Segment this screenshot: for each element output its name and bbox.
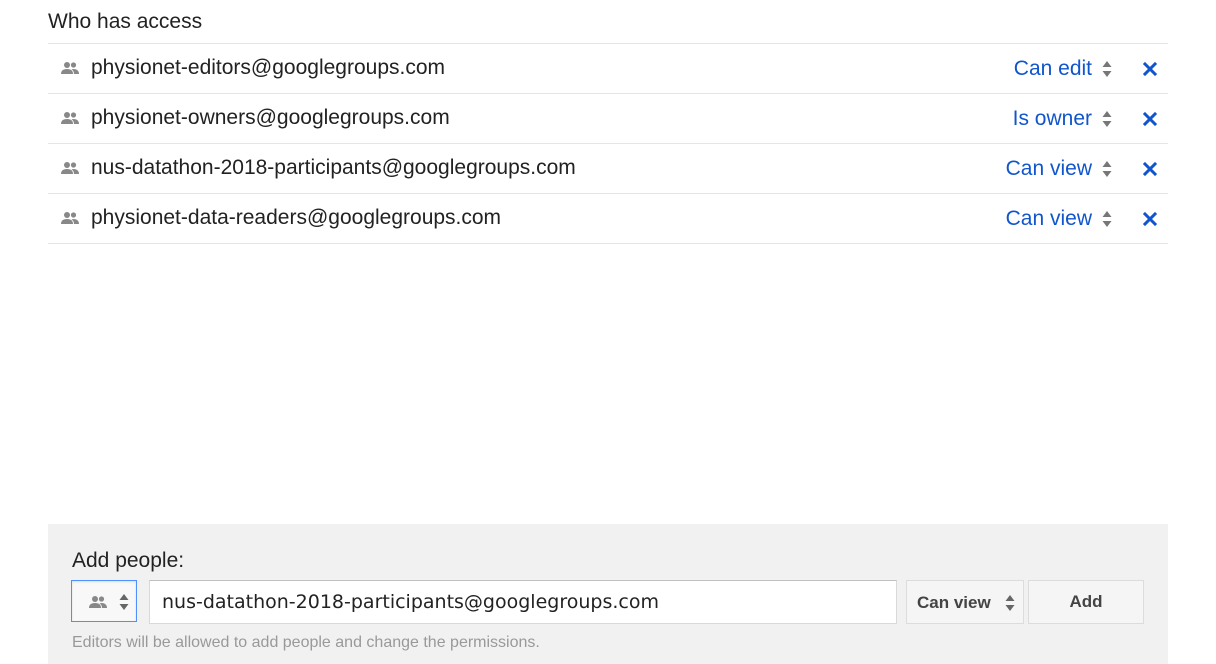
access-email: physionet-owners@googlegroups.com — [91, 106, 450, 129]
access-row: nus-datathon-2018-participants@googlegro… — [48, 144, 1168, 194]
permission-label: Can edit — [1013, 57, 1092, 80]
up-down-arrows-icon — [119, 594, 129, 610]
permission-dropdown[interactable]: Can view — [1006, 157, 1112, 181]
access-row: physionet-data-readers@googlegroups.com … — [48, 194, 1168, 244]
close-icon[interactable] — [1142, 161, 1158, 177]
add-people-label: Add people: — [72, 549, 185, 572]
add-permission-label: Can view — [917, 593, 991, 612]
group-icon — [61, 62, 79, 74]
permission-label: Can view — [1005, 157, 1092, 180]
group-icon — [89, 596, 107, 608]
group-icon — [61, 212, 79, 224]
up-down-arrows-icon — [1005, 595, 1015, 611]
principal-type-select[interactable] — [71, 580, 137, 622]
add-people-panel: Add people: Can view Add Editors will be… — [48, 524, 1168, 664]
access-row: physionet-owners@googlegroups.com Is own… — [48, 94, 1168, 144]
add-permission-select[interactable]: Can view — [906, 580, 1024, 624]
add-button[interactable]: Add — [1028, 580, 1144, 624]
access-email: physionet-editors@googlegroups.com — [91, 56, 446, 79]
access-row: physionet-editors@googlegroups.com Can e… — [48, 44, 1168, 94]
close-icon[interactable] — [1142, 61, 1158, 77]
permission-label: Can view — [1005, 207, 1092, 230]
access-list: physionet-editors@googlegroups.com Can e… — [48, 43, 1168, 244]
close-icon[interactable] — [1142, 211, 1158, 227]
close-icon[interactable] — [1142, 111, 1158, 127]
group-icon — [61, 112, 79, 124]
permission-label: Is owner — [1012, 107, 1092, 130]
add-email-input[interactable] — [149, 580, 897, 624]
up-down-arrows-icon — [1102, 211, 1112, 227]
up-down-arrows-icon — [1102, 161, 1112, 177]
who-has-access-heading: Who has access — [48, 10, 203, 33]
editors-hint: Editors will be allowed to add people an… — [72, 634, 540, 651]
access-email: nus-datathon-2018-participants@googlegro… — [91, 156, 576, 179]
permission-dropdown[interactable]: Can view — [1006, 207, 1112, 231]
group-icon — [61, 162, 79, 174]
permission-dropdown[interactable]: Can edit — [1014, 57, 1112, 81]
permission-dropdown[interactable]: Is owner — [1013, 107, 1112, 131]
access-email: physionet-data-readers@googlegroups.com — [91, 206, 502, 229]
up-down-arrows-icon — [1102, 111, 1112, 127]
up-down-arrows-icon — [1102, 61, 1112, 77]
